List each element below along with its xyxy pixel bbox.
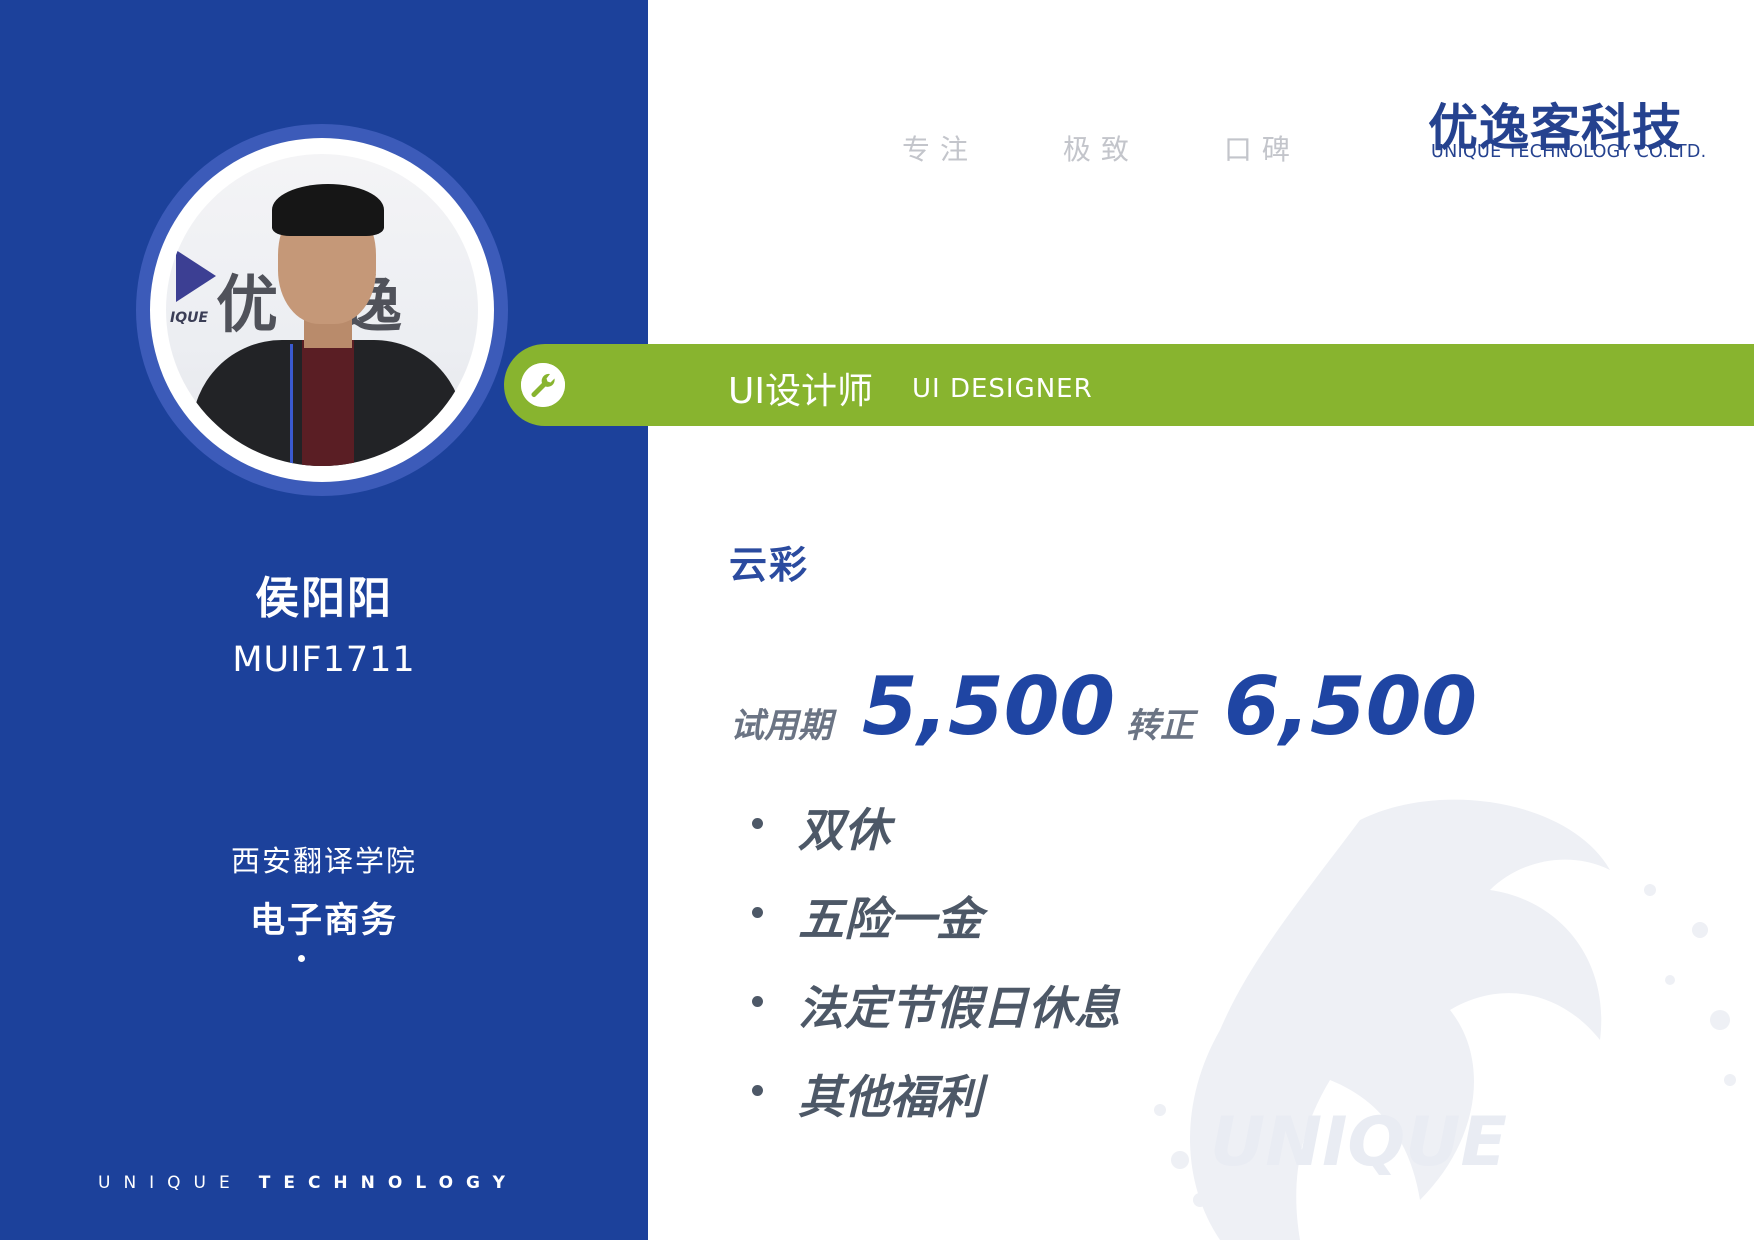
bullet-dot: [752, 818, 763, 829]
footer-text-bold: TECHNOLOGY: [258, 1173, 518, 1193]
wall-unique-text: IQUE: [170, 310, 209, 326]
company-name: 云彩: [729, 543, 810, 587]
slogan-item: 口碑: [1223, 133, 1300, 166]
major-name: 电子商务: [249, 901, 398, 941]
avatar: 优逸客 IQUE: [150, 138, 494, 482]
job-title-bar: [504, 344, 1754, 426]
wrench-icon: [521, 363, 565, 407]
profile-panel: 优逸客 IQUE 侯阳阳 MUIF1711 西安翻译学院 电子商务 UNIQUE…: [0, 0, 648, 1240]
regular-salary: 6,500: [1224, 660, 1478, 753]
avatar-photo: 优逸客 IQUE: [166, 154, 478, 466]
bullet-dot: [752, 996, 763, 1007]
regular-label: 转正: [1126, 706, 1194, 746]
bullet-dot: [752, 907, 763, 918]
probation-salary: 5,500: [862, 660, 1116, 753]
slogan: 专注 极致 口碑: [902, 128, 1366, 168]
footer-text-light: UNIQUE: [98, 1173, 243, 1193]
probation-label: 试用期: [730, 706, 832, 746]
benefit-text: 其他福利: [798, 1070, 982, 1124]
benefit-text: 法定节假日休息: [798, 981, 1120, 1035]
watermark-text: UNIQUE: [1210, 1103, 1507, 1182]
wall-play-logo: [176, 250, 216, 302]
school-name: 西安翻译学院: [230, 844, 417, 878]
slogan-item: 专注: [902, 133, 979, 166]
job-title-en: UI DESIGNER: [912, 374, 1093, 404]
decorative-dot: [298, 955, 305, 962]
person-name: 侯阳阳: [255, 573, 393, 624]
person-hair: [272, 184, 384, 236]
bullet-dot: [752, 1085, 763, 1096]
person-shirt: [302, 340, 354, 466]
footer-tagline: UNIQUE TECHNOLOGY: [98, 1173, 518, 1193]
benefit-text: 双休: [798, 803, 890, 857]
slogan-item: 极致: [1062, 133, 1139, 166]
benefit-text: 五险一金: [798, 892, 982, 946]
dolphin-watermark: UNIQUE: [1154, 799, 1736, 1240]
brand-logo-en: UNIQUE TECHNOLOGY CO.LTD.: [1431, 142, 1707, 162]
student-id: MUIF1711: [232, 640, 416, 680]
job-title-cn: UI设计师: [728, 371, 873, 412]
person-lanyard: [290, 344, 293, 466]
